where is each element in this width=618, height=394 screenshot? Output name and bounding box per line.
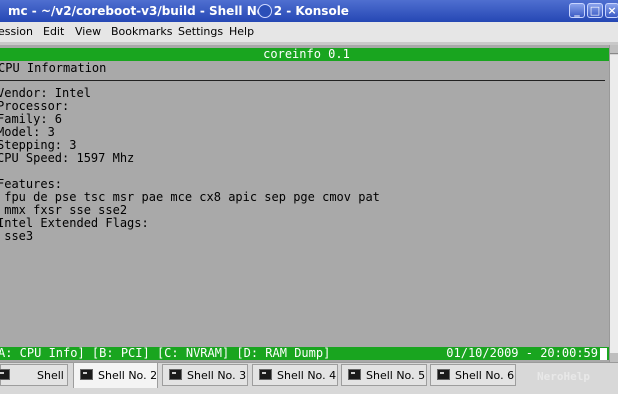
window-title: mc - ~/v2/coreboot-v3/build - Shell No. …	[8, 4, 349, 18]
menubar: ession Edit View Bookmarks Settings Help	[0, 22, 618, 42]
scroll-thumb[interactable]	[610, 55, 618, 355]
terminal-icon	[0, 369, 10, 380]
menu-help[interactable]: Help	[229, 25, 254, 38]
menu-edit[interactable]: Edit	[43, 25, 64, 38]
menu-view[interactable]: View	[75, 25, 101, 38]
terminal-icon	[437, 369, 450, 380]
minimize-button[interactable]: _	[569, 3, 585, 18]
scroll-down-arrow-icon[interactable]	[610, 353, 618, 362]
tab-shell[interactable]: Shell	[0, 364, 68, 386]
tab-label: Shell No. 3	[187, 369, 247, 382]
maximize-button[interactable]: □	[587, 3, 603, 18]
status-datetime: 01/10/2009 - 20:00:59	[446, 346, 598, 360]
window-titlebar[interactable]: mc - ~/v2/coreboot-v3/build - Shell No. …	[0, 0, 618, 22]
tab-shell-no-6[interactable]: Shell No. 6	[430, 364, 516, 386]
terminal-icon	[259, 369, 272, 380]
tab-label: Shell No. 2	[98, 369, 158, 382]
menu-settings[interactable]: Settings	[178, 25, 223, 38]
info-line: CPU Speed: 1597 Mhz	[0, 151, 135, 165]
tab-label: Shell No. 6	[455, 369, 515, 382]
app-header: coreinfo 0.1	[0, 48, 609, 61]
tab-shell-no-5[interactable]: Shell No. 5	[341, 364, 427, 386]
scroll-up-arrow-icon[interactable]	[610, 45, 618, 54]
terminal-icon	[348, 369, 361, 380]
tab-label: Shell	[37, 369, 64, 382]
terminal-area[interactable]: coreinfo 0.1 CPU Information Vendor: Int…	[0, 45, 609, 362]
tab-label: Shell No. 5	[366, 369, 426, 382]
close-button[interactable]: ×	[605, 3, 618, 18]
terminal-icon	[169, 369, 182, 380]
info-line: sse3	[0, 229, 34, 243]
terminal-icon	[80, 369, 93, 380]
status-bar: A: CPU Info] [B: PCI] [C: NVRAM] [D: RAM…	[0, 347, 609, 360]
tab-shell-no-4[interactable]: Shell No. 4	[252, 364, 338, 386]
tab-label: Shell No. 4	[277, 369, 337, 382]
divider	[0, 80, 605, 81]
terminal-cursor	[600, 348, 607, 360]
section-title: CPU Information	[0, 61, 107, 75]
status-menu: A: CPU Info] [B: PCI] [C: NVRAM] [D: RAM…	[0, 346, 331, 360]
terminal-scrollbar[interactable]	[609, 45, 618, 362]
tab-shell-no-2[interactable]: Shell No. 2	[73, 362, 158, 388]
menu-session[interactable]: ession	[0, 25, 33, 38]
tab-shell-no-3[interactable]: Shell No. 3	[162, 364, 248, 386]
konsole-swirl-icon	[258, 4, 272, 18]
menu-bookmarks[interactable]: Bookmarks	[111, 25, 172, 38]
watermark: NeroHelp	[537, 370, 590, 383]
